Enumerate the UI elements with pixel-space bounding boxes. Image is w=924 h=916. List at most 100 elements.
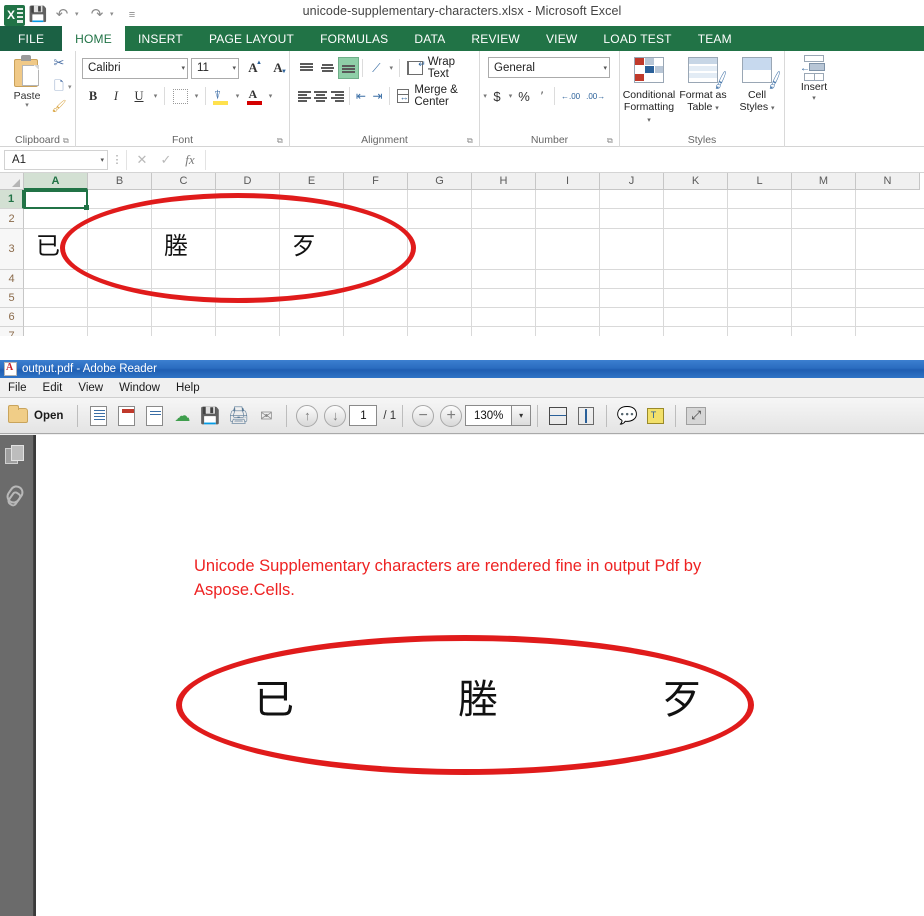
column-header-G[interactable]: G (408, 173, 472, 190)
zoom-in-icon[interactable]: + (437, 402, 465, 430)
send-to-cloud-icon[interactable]: ☁ (168, 402, 196, 430)
zoom-out-icon[interactable]: − (409, 402, 437, 430)
name-box[interactable]: A1 ▾ (4, 150, 108, 170)
read-mode-icon[interactable]: ⤢ (682, 402, 710, 430)
fill-and-sign-icon[interactable]: T (641, 402, 669, 430)
format-as-table-button[interactable]: 🖌 Format as Table ▾ (676, 55, 730, 115)
edit-pdf-icon[interactable] (140, 402, 168, 430)
increase-decimal-icon[interactable]: ←.00 (558, 85, 583, 107)
email-icon[interactable]: ✉ (252, 402, 280, 430)
row-header-7[interactable]: 7 (0, 327, 24, 336)
number-dialog-launcher-icon[interactable]: ⧉ (607, 136, 616, 145)
currency-dropdown-icon[interactable]: ▾ (506, 92, 515, 100)
insert-function-icon[interactable]: fx (179, 152, 201, 168)
column-header-D[interactable]: D (216, 173, 280, 190)
row-header-5[interactable]: 5 (0, 289, 24, 308)
fit-width-icon[interactable] (544, 402, 572, 430)
save-file-icon[interactable]: 💾 (196, 402, 224, 430)
create-pdf-icon[interactable] (84, 402, 112, 430)
column-header-L[interactable]: L (728, 173, 792, 190)
previous-page-icon[interactable]: ↑ (293, 402, 321, 430)
tab-formulas[interactable]: FORMULAS (307, 26, 401, 51)
menu-edit[interactable]: Edit (43, 382, 63, 394)
font-size-dropdown-icon[interactable]: ▾ (228, 64, 236, 72)
tab-home[interactable]: HOME (62, 26, 125, 51)
borders-dropdown-icon[interactable]: ▾ (192, 92, 201, 100)
number-format-dropdown-icon[interactable]: ▾ (599, 64, 607, 72)
cells-area[interactable]: 已 塍 歹 (24, 190, 924, 336)
decrease-decimal-icon[interactable]: .00→ (583, 85, 608, 107)
export-pdf-icon[interactable] (112, 402, 140, 430)
column-header-C[interactable]: C (152, 173, 216, 190)
merge-center-button[interactable]: Merge & Center ▾ (393, 85, 489, 107)
enter-formula-icon[interactable]: ✓ (155, 152, 177, 168)
font-size-combo[interactable]: 11 ▾ (191, 58, 239, 79)
decrease-font-size-icon[interactable]: A (267, 57, 289, 79)
paste-dropdown-icon[interactable]: ▾ (6, 102, 48, 110)
align-middle-icon[interactable] (317, 57, 338, 79)
italic-button[interactable]: I (105, 85, 127, 107)
column-header-E[interactable]: E (280, 173, 344, 190)
zoom-dropdown-icon[interactable]: ▾ (511, 405, 531, 426)
menu-help[interactable]: Help (176, 382, 200, 394)
column-header-H[interactable]: H (472, 173, 536, 190)
wrap-text-button[interactable]: Wrap Text (403, 57, 479, 79)
font-color-icon[interactable]: A (243, 85, 265, 107)
row-header-1[interactable]: 1 (0, 190, 24, 209)
column-header-B[interactable]: B (88, 173, 152, 190)
align-bottom-icon[interactable] (338, 57, 359, 79)
column-header-N[interactable]: N (856, 173, 920, 190)
column-header-K[interactable]: K (664, 173, 728, 190)
page-thumbnails-icon[interactable] (5, 445, 29, 469)
tab-view[interactable]: VIEW (533, 26, 590, 51)
select-all-corner[interactable] (0, 173, 24, 190)
column-header-I[interactable]: I (536, 173, 600, 190)
column-header-A[interactable]: A (24, 173, 88, 190)
number-format-combo[interactable]: General ▾ (488, 57, 610, 78)
insert-dropdown-icon[interactable]: ▾ (789, 93, 839, 105)
insert-cells-button[interactable]: ← Insert ▾ (789, 55, 839, 105)
font-color-dropdown-icon[interactable]: ▾ (266, 92, 275, 100)
align-right-icon[interactable] (329, 85, 346, 107)
format-painter-icon[interactable]: 🖌 (48, 99, 70, 113)
font-name-combo[interactable]: Calibri ▾ (82, 58, 188, 79)
open-file-button[interactable]: Open (6, 402, 71, 430)
borders-icon[interactable] (169, 85, 191, 107)
comma-format-icon[interactable]: ′ (533, 85, 551, 107)
decrease-indent-icon[interactable]: ⇤ (353, 85, 370, 107)
font-dialog-launcher-icon[interactable]: ⧉ (277, 136, 286, 145)
font-name-dropdown-icon[interactable]: ▾ (177, 64, 185, 72)
underline-dropdown-icon[interactable]: ▾ (151, 92, 160, 100)
clipboard-dialog-launcher-icon[interactable]: ⧉ (63, 136, 72, 145)
currency-format-icon[interactable]: $ (488, 85, 506, 107)
paste-button[interactable]: Paste ▾ (6, 55, 48, 110)
column-header-M[interactable]: M (792, 173, 856, 190)
conditional-formatting-button[interactable]: Conditional Formatting ▾ (622, 55, 676, 127)
fit-page-icon[interactable] (572, 402, 600, 430)
increase-font-size-icon[interactable]: A (242, 57, 264, 79)
fill-handle[interactable] (84, 205, 89, 210)
tab-page-layout[interactable]: PAGE LAYOUT (196, 26, 307, 51)
comment-icon[interactable]: 💬 (613, 402, 641, 430)
pdf-page[interactable]: Unicode Supplementary characters are ren… (34, 435, 924, 916)
align-left-icon[interactable] (296, 85, 313, 107)
next-page-icon[interactable]: ↓ (321, 402, 349, 430)
tab-insert[interactable]: INSERT (125, 26, 196, 51)
formula-input[interactable] (210, 150, 920, 170)
column-header-F[interactable]: F (344, 173, 408, 190)
selected-cell-A1[interactable] (24, 190, 88, 209)
row-header-6[interactable]: 6 (0, 308, 24, 327)
align-top-icon[interactable] (296, 57, 317, 79)
increase-indent-icon[interactable]: ⇥ (369, 85, 386, 107)
align-center-icon[interactable] (313, 85, 330, 107)
row-header-2[interactable]: 2 (0, 209, 24, 229)
menu-view[interactable]: View (78, 382, 103, 394)
row-header-3[interactable]: 3 (0, 229, 24, 270)
copy-icon[interactable]: 🗋 (48, 77, 70, 98)
bold-button[interactable]: B (82, 85, 104, 107)
percent-format-icon[interactable]: % (515, 85, 533, 107)
tab-data[interactable]: DATA (401, 26, 458, 51)
page-number-input[interactable]: 1 (349, 405, 377, 426)
tab-file[interactable]: FILE (0, 26, 62, 51)
cut-icon[interactable]: ✂ (48, 55, 70, 71)
